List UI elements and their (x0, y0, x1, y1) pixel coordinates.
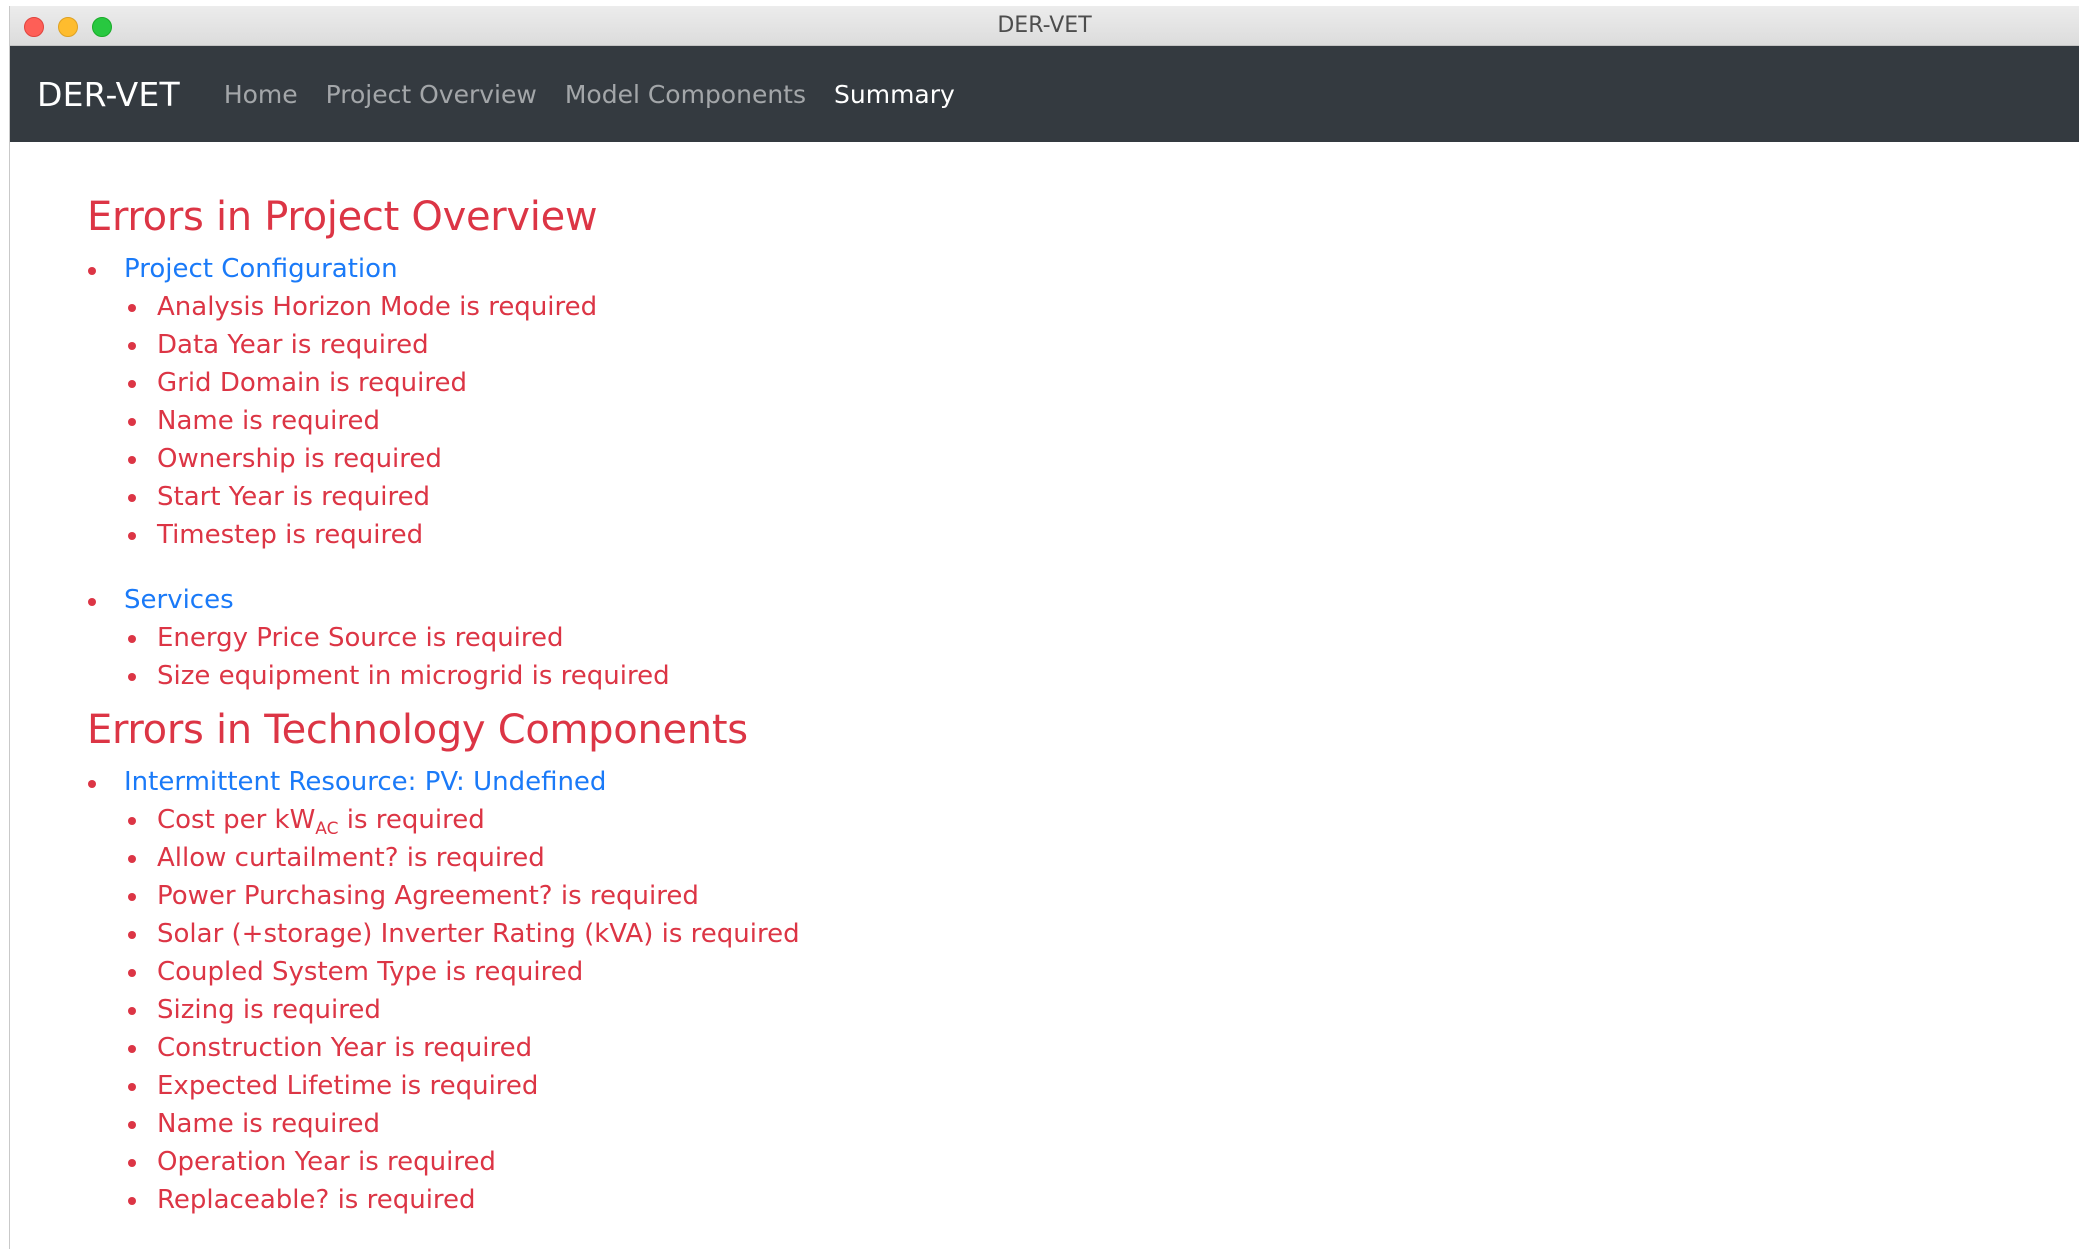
error-text: Start Year is required (157, 482, 431, 512)
nav-summary[interactable]: Summary (834, 80, 955, 109)
error-text: Ownership is required (157, 444, 442, 474)
error-item: Start Year is required (124, 478, 2079, 516)
error-text: Operation Year is required (157, 1147, 496, 1177)
error-item: Construction Year is required (124, 1029, 2079, 1067)
project-configuration-errors: Analysis Horizon Mode is required Data Y… (124, 288, 2079, 554)
bullet (128, 1197, 136, 1205)
bullet (128, 1045, 136, 1053)
error-item: Expected Lifetime is required (124, 1067, 2079, 1105)
error-item: Ownership is required (124, 440, 2079, 478)
bullet (128, 673, 136, 681)
error-text: Energy Price Source is required (157, 623, 564, 653)
error-item: Power Purchasing Agreement? is required (124, 877, 2079, 915)
error-text: Power Purchasing Agreement? is required (157, 881, 699, 911)
cost-error-subscript: AC (315, 819, 339, 839)
pv-errors: Cost per kWAC is required Allow curtailm… (124, 801, 2079, 1219)
services-link[interactable]: Services (124, 585, 234, 615)
error-item: Energy Price Source is required (124, 619, 2079, 657)
error-item: Analysis Horizon Mode is required (124, 288, 2079, 326)
window-title: DER-VET (997, 13, 1092, 38)
technology-components-sections: Intermittent Resource: PV: Undefined Cos… (87, 763, 2079, 1219)
error-item: Grid Domain is required (124, 364, 2079, 402)
error-item: Name is required (124, 402, 2079, 440)
bullet (128, 893, 136, 901)
error-item: Operation Year is required (124, 1143, 2079, 1181)
error-text: Expected Lifetime is required (157, 1071, 539, 1101)
error-text: Grid Domain is required (157, 368, 467, 398)
error-item: Timestep is required (124, 516, 2079, 554)
nav-project-overview[interactable]: Project Overview (326, 80, 537, 109)
section-pv: Intermittent Resource: PV: Undefined Cos… (87, 763, 2079, 1219)
error-item: Sizing is required (124, 991, 2079, 1029)
error-text: Replaceable? is required (157, 1185, 476, 1215)
error-item: Solar (+storage) Inverter Rating (kVA) i… (124, 915, 2079, 953)
bullet (88, 780, 96, 788)
navbar: DER-VET Home Project Overview Model Comp… (10, 46, 2079, 142)
error-item: Cost per kWAC is required (124, 801, 2079, 839)
bullet (128, 532, 136, 540)
bullet (128, 969, 136, 977)
bullet (128, 1159, 136, 1167)
project-overview-errors-heading: Errors in Project Overview (87, 194, 598, 240)
error-item: Name is required (124, 1105, 2079, 1143)
error-text: Name is required (157, 1109, 380, 1139)
error-text: Coupled System Type is required (157, 957, 584, 987)
bullet (128, 1121, 136, 1129)
error-text: Allow curtailment? is required (157, 843, 545, 873)
app-window: DER-VET DER-VET Home Project Overview Mo… (9, 6, 2079, 1249)
bullet (128, 635, 136, 643)
bullet (128, 1083, 136, 1091)
services-errors: Energy Price Source is required Size equ… (124, 619, 2079, 695)
bullet (128, 380, 136, 388)
bullet (128, 855, 136, 863)
error-text: Name is required (157, 406, 380, 436)
bullet (88, 598, 96, 606)
error-item: Data Year is required (124, 326, 2079, 364)
nav-model-components[interactable]: Model Components (565, 80, 806, 109)
title-bar: DER-VET (10, 6, 2079, 46)
error-text: Data Year is required (157, 330, 429, 360)
section-project-configuration: Project Configuration Analysis Horizon M… (87, 250, 2079, 554)
error-item: Size equipment in microgrid is required (124, 657, 2079, 695)
error-item: Allow curtailment? is required (124, 839, 2079, 877)
bullet (128, 456, 136, 464)
cost-error-prefix: Cost per kW (157, 805, 316, 835)
error-text: Solar (+storage) Inverter Rating (kVA) i… (157, 919, 800, 949)
bullet (128, 304, 136, 312)
cost-error-suffix: is required (338, 805, 485, 835)
technology-components-errors-heading: Errors in Technology Components (87, 707, 748, 753)
error-text: Sizing is required (157, 995, 381, 1025)
brand-link[interactable]: DER-VET (37, 75, 180, 114)
section-services: Services Energy Price Source is required… (87, 581, 2079, 695)
error-item: Replaceable? is required (124, 1181, 2079, 1219)
pv-component-link[interactable]: Intermittent Resource: PV: Undefined (124, 767, 606, 797)
project-configuration-link[interactable]: Project Configuration (124, 254, 398, 284)
error-text: Construction Year is required (157, 1033, 533, 1063)
bullet (128, 494, 136, 502)
bullet (128, 418, 136, 426)
bullet (128, 931, 136, 939)
project-overview-sections: Project Configuration Analysis Horizon M… (87, 250, 2079, 695)
error-item: Coupled System Type is required (124, 953, 2079, 991)
bullet (128, 342, 136, 350)
error-text: Analysis Horizon Mode is required (157, 292, 598, 322)
bullet (88, 267, 96, 275)
error-text: Timestep is required (157, 520, 424, 550)
bullet (128, 817, 136, 825)
error-text: Size equipment in microgrid is required (157, 661, 670, 691)
nav-home[interactable]: Home (224, 80, 298, 109)
summary-content: Errors in Project Overview Project Confi… (10, 142, 2079, 1219)
bullet (128, 1007, 136, 1015)
